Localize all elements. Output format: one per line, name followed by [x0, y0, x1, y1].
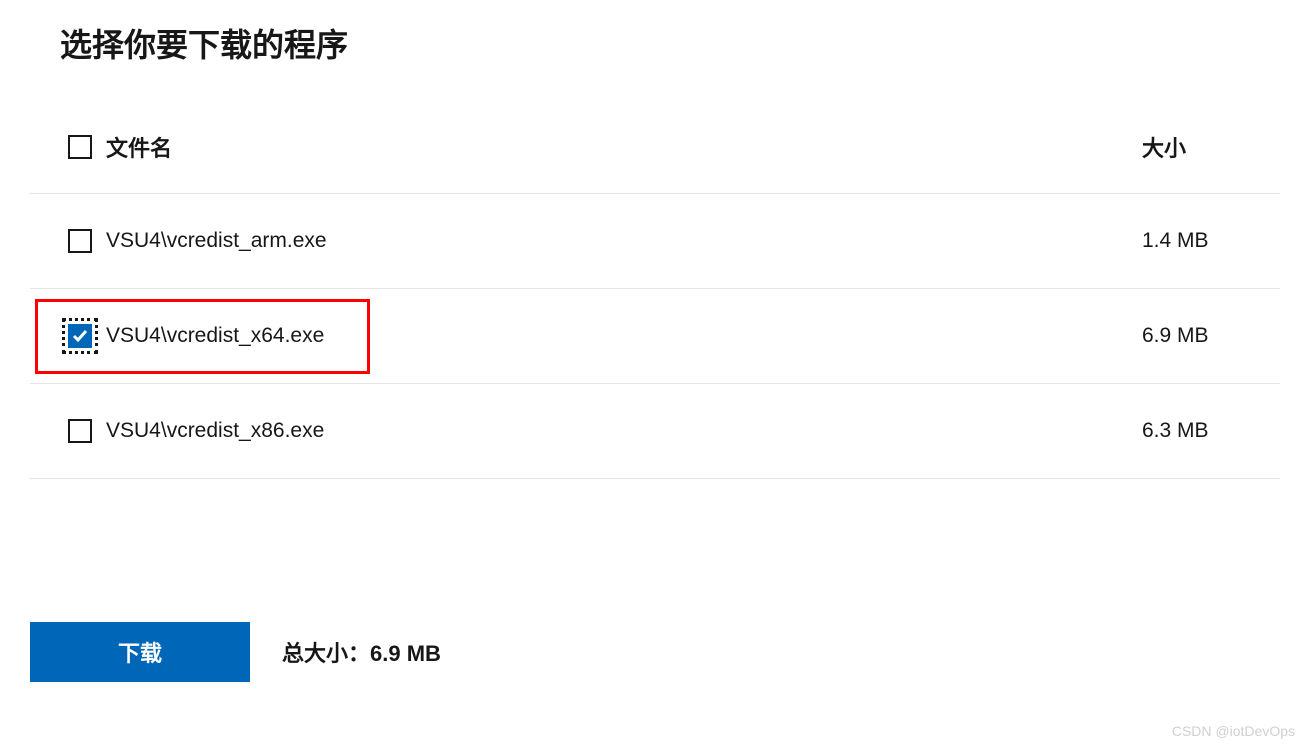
- total-size-label: 总大小：: [282, 641, 370, 666]
- file-checkbox[interactable]: [68, 324, 92, 348]
- total-size-value: 6.9 MB: [370, 641, 441, 666]
- file-checkbox[interactable]: [68, 419, 92, 443]
- file-checkbox[interactable]: [68, 229, 92, 253]
- footer: 下载 总大小：6.9 MB: [30, 622, 1280, 682]
- checkmark-icon: [72, 328, 88, 344]
- column-filename-label: 文件名: [106, 131, 172, 163]
- download-button[interactable]: 下载: [30, 622, 250, 682]
- file-name: VSU4\vcredist_arm.exe: [106, 229, 327, 253]
- file-name: VSU4\vcredist_x64.exe: [106, 324, 324, 348]
- file-size: 1.4 MB: [1142, 229, 1242, 253]
- file-size: 6.3 MB: [1142, 419, 1242, 443]
- table-row: VSU4\vcredist_arm.exe 1.4 MB: [30, 194, 1280, 289]
- select-all-checkbox[interactable]: [68, 135, 92, 159]
- table-row: VSU4\vcredist_x86.exe 6.3 MB: [30, 384, 1280, 479]
- table-header: 文件名 大小: [30, 121, 1280, 194]
- file-table: 文件名 大小 VSU4\vcredist_arm.exe 1.4 MB VSU4…: [30, 121, 1280, 479]
- watermark: CSDN @iotDevOps: [1172, 723, 1295, 739]
- page-title: 选择你要下载的程序: [60, 20, 1280, 66]
- table-row: VSU4\vcredist_x64.exe 6.9 MB: [30, 289, 1280, 384]
- total-size: 总大小：6.9 MB: [282, 636, 441, 668]
- file-name: VSU4\vcredist_x86.exe: [106, 419, 324, 443]
- file-size: 6.9 MB: [1142, 324, 1242, 348]
- column-size-label: 大小: [1142, 131, 1242, 163]
